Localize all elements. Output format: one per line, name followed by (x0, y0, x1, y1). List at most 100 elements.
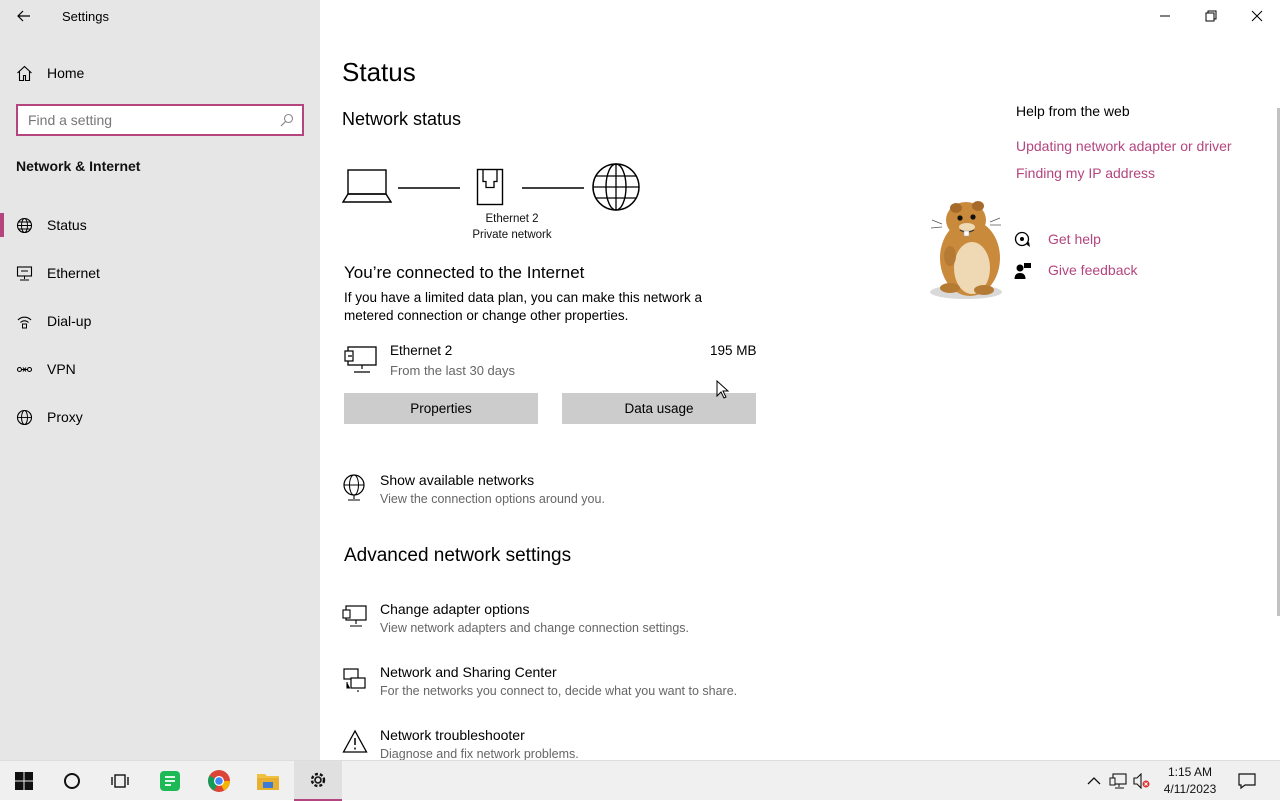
chrome-icon (208, 770, 230, 792)
restore-icon (1205, 10, 1217, 22)
notification-icon[interactable] (1238, 772, 1256, 790)
sidebar-item-proxy[interactable]: Proxy (0, 399, 320, 435)
chevron-up-icon[interactable] (1087, 775, 1101, 787)
settings-icon (310, 772, 326, 788)
sidebar-item-ethernet[interactable]: Ethernet (0, 255, 320, 291)
task-view-button[interactable] (96, 761, 144, 801)
diagram-network-label: Private network (472, 229, 552, 241)
internet-globe-icon (592, 163, 640, 211)
cortana-icon (64, 773, 80, 789)
show-networks-title: Show available networks (380, 472, 535, 488)
properties-button[interactable]: Properties (344, 393, 538, 424)
globe-icon (16, 217, 33, 234)
ethernet-icon (16, 266, 33, 281)
home-label: Home (47, 65, 85, 81)
connection-subtitle: From the last 30 days (390, 363, 515, 378)
help-title: Help from the web (1016, 103, 1130, 119)
network-tray-icon[interactable] (1109, 773, 1127, 789)
task-view-icon (111, 774, 129, 788)
cortana-button[interactable] (48, 761, 96, 801)
taskbar-clock[interactable]: 1:15 AM 4/11/2023 (1150, 764, 1230, 798)
sidebar-item-label: Ethernet (47, 265, 100, 281)
troubleshooter-title: Network troubleshooter (380, 727, 525, 743)
change-adapter-link[interactable]: Change adapter options View network adap… (342, 601, 842, 645)
start-icon (15, 772, 33, 790)
clock-date: 4/11/2023 (1163, 782, 1217, 796)
feedback-person-icon (1014, 263, 1031, 279)
sidebar-item-home[interactable]: Home (0, 57, 320, 89)
search-box[interactable] (16, 104, 304, 136)
warning-icon (342, 729, 368, 753)
close-button[interactable] (1234, 0, 1280, 32)
minimize-icon (1160, 15, 1170, 17)
page-title: Status (342, 57, 416, 87)
connection-line (522, 187, 584, 189)
help-link-ip[interactable]: Finding my IP address (1016, 165, 1155, 181)
hamster-mascot-image (930, 201, 1002, 299)
get-help-label: Get help (1048, 231, 1101, 247)
sidebar: Settings Home Network & Internet Status … (0, 0, 320, 760)
sidebar-item-label: Status (47, 217, 87, 233)
give-feedback-label: Give feedback (1048, 262, 1138, 278)
file-explorer-icon (257, 774, 279, 790)
app-title: Settings (62, 9, 109, 24)
chrome-button[interactable] (195, 761, 243, 801)
chat-help-icon (1014, 231, 1030, 247)
sidebar-item-label: Proxy (47, 409, 83, 425)
globe-icon (16, 409, 33, 426)
settings-taskbar-button[interactable] (294, 761, 342, 801)
sharing-center-link[interactable]: Network and Sharing Center For the netwo… (342, 664, 842, 708)
help-link-adapter[interactable]: Updating network adapter or driver (1016, 138, 1232, 154)
taskbar: 1:15 AM 4/11/2023 (0, 760, 1280, 801)
home-icon (17, 65, 32, 82)
change-adapter-desc: View network adapters and change connect… (380, 621, 689, 635)
sidebar-item-label: VPN (47, 361, 76, 377)
connection-usage: 195 MB (710, 343, 757, 358)
section-title: Network & Internet (16, 158, 141, 174)
diagram-adapter-label: Ethernet 2 (485, 213, 539, 225)
restore-button[interactable] (1188, 0, 1234, 32)
connected-status: You’re connected to the Internet (344, 263, 585, 282)
adapter-icon (342, 605, 367, 627)
connection-line (398, 187, 460, 189)
laptop-icon (342, 169, 392, 203)
sidebar-item-label: Dial-up (47, 313, 92, 329)
advanced-settings-title: Advanced network settings (344, 545, 572, 566)
dialup-icon (17, 316, 32, 329)
start-button[interactable] (0, 761, 48, 801)
network-diagram: Ethernet 2 Private network (342, 160, 652, 250)
change-adapter-title: Change adapter options (380, 601, 530, 617)
notes-app-button[interactable] (146, 761, 194, 801)
back-button[interactable] (8, 4, 40, 28)
sidebar-item-status[interactable]: Status (0, 207, 320, 243)
troubleshooter-desc: Diagnose and fix network problems. (380, 747, 579, 761)
network-status-title: Network status (342, 109, 462, 129)
close-icon (1251, 10, 1263, 22)
volume-muted-icon[interactable] (1133, 773, 1151, 789)
ethernet-port-icon (476, 168, 504, 206)
give-feedback-link[interactable]: Give feedback (1014, 260, 1214, 282)
sharing-center-desc: For the networks you connect to, decide … (380, 684, 738, 698)
minimize-button[interactable] (1142, 0, 1188, 32)
connected-description: If you have a limited data plan, you can… (344, 290, 702, 323)
file-explorer-button[interactable] (244, 761, 292, 801)
vpn-icon (16, 366, 33, 373)
show-networks-link[interactable]: Show available networks View the connect… (342, 472, 842, 516)
sidebar-item-vpn[interactable]: VPN (0, 351, 320, 387)
sidebar-item-dialup[interactable]: Dial-up (0, 303, 320, 339)
get-help-link[interactable]: Get help (1014, 229, 1214, 251)
back-arrow-icon (17, 10, 30, 22)
show-networks-desc: View the connection options around you. (380, 492, 605, 506)
globe-network-icon (343, 474, 365, 501)
sharing-icon (343, 668, 366, 692)
clock-time: 1:15 AM (1167, 765, 1213, 779)
mouse-cursor-icon (716, 380, 730, 399)
search-input[interactable] (18, 106, 268, 134)
sharing-center-title: Network and Sharing Center (380, 664, 557, 680)
main-content: Status Network status Ethernet 2 Private… (320, 0, 1280, 761)
search-icon (280, 113, 294, 127)
adapter-icon (344, 346, 377, 373)
settings-window: Settings Home Network & Internet Status … (0, 0, 1280, 761)
notes-app-icon (160, 771, 180, 791)
connection-name: Ethernet 2 (390, 343, 453, 358)
